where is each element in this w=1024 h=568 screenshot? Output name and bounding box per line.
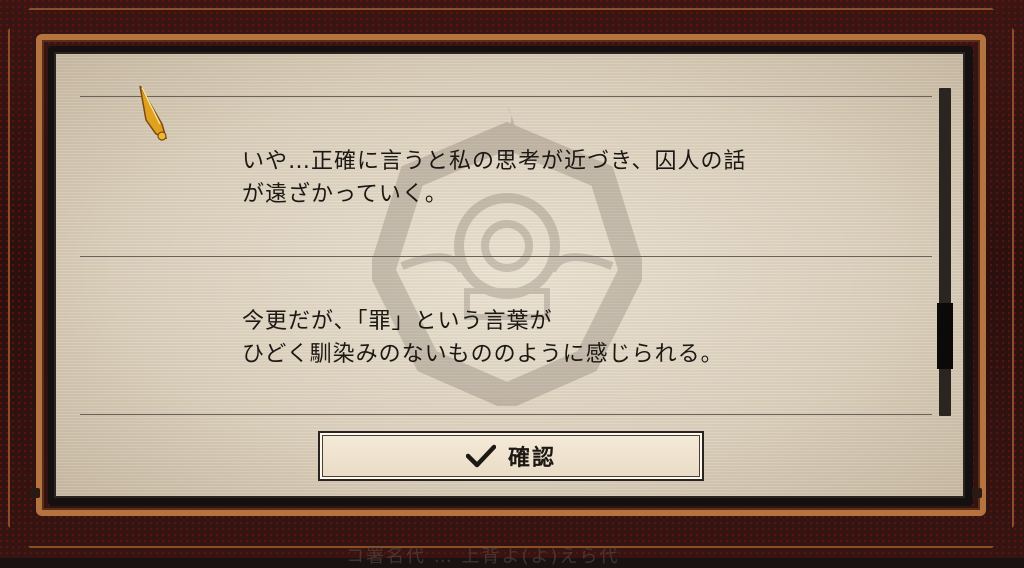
divider-line xyxy=(80,256,932,257)
corner-rivet xyxy=(972,488,982,498)
background-text: コ署名代 … 上背よ(よ)えら代 xyxy=(346,546,620,567)
pen-nib-icon xyxy=(139,85,168,141)
scrollbar-thumb[interactable] xyxy=(937,302,953,369)
dialog-text: 今更だが、「罪」という言葉が ひどく馴染みのないもののように感じられる。 xyxy=(242,309,724,367)
confirm-button[interactable]: 確認 xyxy=(318,431,704,481)
dialog-text: いや…正確に言うと私の思考が近づき、囚人の話 が遠ざかっていく。 xyxy=(242,149,747,207)
divider-line xyxy=(80,414,932,415)
corner-rivet xyxy=(30,488,40,498)
check-icon xyxy=(465,444,496,468)
confirm-label: 確認 xyxy=(507,446,556,471)
divider-line xyxy=(80,96,932,97)
